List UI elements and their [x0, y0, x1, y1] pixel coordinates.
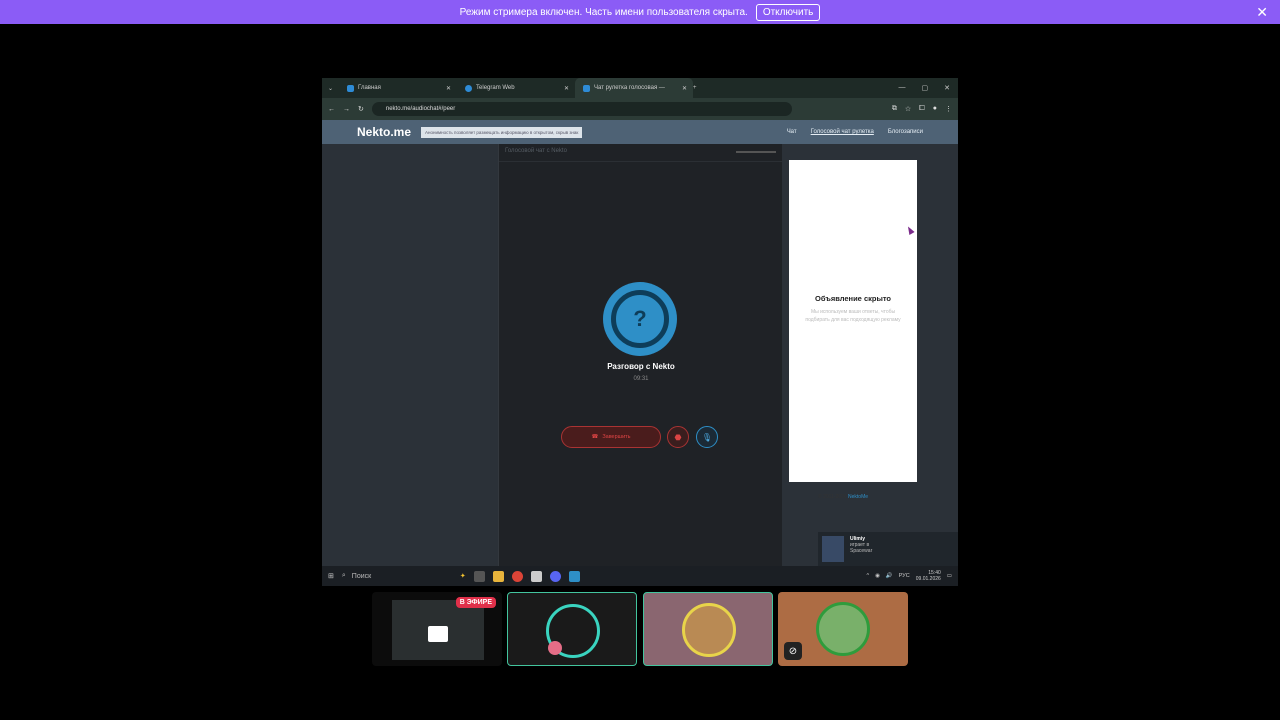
site-notice: Анонимность позволяет размещать информац… [421, 126, 583, 138]
site-header: Nekto.me Анонимность позволяет размещать… [322, 120, 958, 144]
url-input[interactable]: nekto.me/audiochat#/peer [371, 102, 792, 116]
browser-app-icon[interactable] [568, 570, 580, 582]
discord-icon[interactable] [549, 570, 561, 582]
participant-tile-3[interactable] [643, 592, 773, 666]
extensions-icon[interactable]: ⧠ [919, 105, 925, 113]
streamer-mode-banner: Режим стримера включен. Часть имени поль… [0, 0, 1280, 24]
end-call-button[interactable]: ☎ Завершить [561, 426, 661, 448]
terminal-icon[interactable] [530, 570, 542, 582]
clock-date: 09.01.2026 [915, 576, 941, 582]
mouse-cursor-icon [905, 225, 915, 235]
volume-slider[interactable] [736, 151, 776, 153]
ad-hidden-text: Мы используем ваши ответы, чтобы подбира… [805, 309, 901, 323]
nav-blog[interactable]: Блогозаписи [888, 129, 923, 135]
ad-column: Объявление скрыто Мы используем ваши отв… [782, 144, 958, 568]
close-icon[interactable]: ✕ [1256, 4, 1268, 21]
tab-label: Главная [358, 85, 381, 91]
live-badge: В ЭФИРЕ [455, 597, 496, 608]
screen-share-icon [428, 626, 448, 642]
nav-chat[interactable]: Чат [787, 129, 797, 135]
network-icon[interactable]: ◉ [875, 573, 880, 579]
tab-home[interactable]: Главная ✕ [339, 78, 457, 98]
copyright: © 2011-2026 NektoMe [818, 494, 868, 500]
bookmark-star-icon[interactable]: ☆ [905, 105, 911, 113]
peer-avatar: ? [603, 282, 677, 356]
game-thumbnail [822, 536, 844, 562]
microphone-button[interactable]: 🎙 [696, 426, 718, 448]
nav-voice-chat[interactable]: Голосовой чат рулетка [811, 129, 874, 135]
tab-label: Telegram Web [476, 85, 515, 91]
microphone-icon: 🎙 [701, 432, 713, 442]
close-icon[interactable]: ✕ [446, 85, 451, 92]
volume-icon[interactable]: 🔊 [886, 573, 893, 579]
participant-tile-streamer[interactable]: В ЭФИРЕ [372, 592, 502, 666]
tray-chevron-icon[interactable]: ^ [866, 573, 869, 579]
vk-icon [347, 84, 355, 92]
site-logo[interactable]: Nekto.me [357, 125, 411, 139]
search-label: Поиск [351, 572, 372, 580]
question-mark-icon: ? [611, 290, 669, 348]
conversation-title: Разговор с Nekto [607, 362, 675, 371]
window-close-icon[interactable]: ✕ [944, 84, 950, 92]
avatar-decoration [548, 641, 562, 655]
voice-chat-panel: Голосовой чат с Nekto ? Разговор с Nekto… [498, 144, 782, 566]
participant-tile-4[interactable]: ⊘ [778, 592, 908, 666]
profile-icon[interactable]: ● [933, 105, 937, 113]
close-icon[interactable]: ✕ [564, 85, 569, 92]
avatar [816, 602, 870, 656]
screen-share: ⌄ Главная ✕ Telegram Web ✕ Чат рулетка гол… [322, 78, 958, 586]
close-icon[interactable]: ✕ [682, 85, 687, 92]
copyright-link[interactable]: NektoMe [848, 494, 868, 500]
ad-block: Объявление скрыто Мы используем ваши отв… [789, 160, 917, 482]
banner-text: Режим стримера включен. Часть имени поль… [459, 6, 748, 18]
address-bar: ← → ↻ nekto.me/audiochat#/peer ⧉ ☆ ⧠ ● ⋮ [322, 98, 958, 120]
reload-icon[interactable]: ↻ [358, 105, 364, 113]
chrome-icon[interactable] [511, 570, 523, 582]
forward-icon[interactable]: → [343, 106, 350, 113]
report-button[interactable]: ⬣ [667, 426, 689, 448]
task-view-icon[interactable] [473, 570, 485, 582]
back-icon[interactable]: ← [328, 106, 335, 113]
deafened-icon: ⊘ [784, 642, 802, 660]
clock[interactable]: 15:40 09.01.2026 [916, 570, 941, 582]
file-explorer-icon[interactable] [492, 570, 504, 582]
tab-list-icon[interactable]: ⌄ [322, 85, 339, 92]
hangup-icon: ☎ [591, 434, 599, 440]
copilot-icon[interactable]: ✦ [460, 572, 466, 580]
disable-streamer-mode-button[interactable]: Отключить [755, 3, 821, 21]
chat-title: Голосовой чат с Nekto [499, 144, 782, 162]
call-timer: 09:31 [633, 376, 649, 382]
maximize-icon[interactable]: ▢ [922, 84, 929, 92]
shield-icon: ⬣ [674, 432, 682, 442]
tab-telegram[interactable]: Telegram Web ✕ [457, 78, 575, 98]
windows-taskbar: ⊞ ⌕ Поиск ✦ ^ ◉ 🔊 РУС 15:40 09.01.2026 ▭ [322, 566, 958, 586]
nekto-icon [583, 84, 591, 92]
end-call-label: Завершить [602, 434, 631, 440]
participant-tile-2[interactable] [507, 592, 637, 666]
notifications-icon[interactable]: ▭ [947, 573, 952, 579]
stream-preview [392, 600, 484, 660]
toast-game: Spacewar [850, 548, 873, 554]
chat-title-text: Голосовой чат с Nekto [505, 148, 567, 154]
windows-start-icon[interactable]: ⊞ [328, 572, 334, 580]
system-tray: ^ ◉ 🔊 РУС 15:40 09.01.2026 ▭ [866, 570, 952, 582]
menu-icon[interactable]: ⋮ [945, 105, 952, 113]
minimize-icon[interactable]: — [899, 84, 906, 92]
taskbar-search[interactable]: ⌕ Поиск [342, 569, 452, 583]
avatar [682, 603, 736, 657]
left-background [322, 144, 498, 566]
copyright-text: © 2011-2026 [818, 494, 847, 500]
telegram-icon [465, 84, 473, 92]
language-indicator[interactable]: РУС [899, 573, 910, 579]
ad-hidden-title: Объявление скрыто [814, 294, 892, 303]
search-icon: ⌕ [341, 572, 346, 579]
browser-tabbar: ⌄ Главная ✕ Telegram Web ✕ Чат рулетка гол… [322, 78, 958, 98]
install-icon[interactable]: ⧉ [892, 105, 897, 113]
tab-label: Чат рулетка голосовая — [594, 85, 665, 91]
new-tab-icon[interactable]: + [693, 85, 697, 91]
tab-nekto[interactable]: Чат рулетка голосовая — ✕ [575, 78, 694, 98]
game-activity-toast: Ulimiy играет в Spacewar [818, 532, 958, 568]
